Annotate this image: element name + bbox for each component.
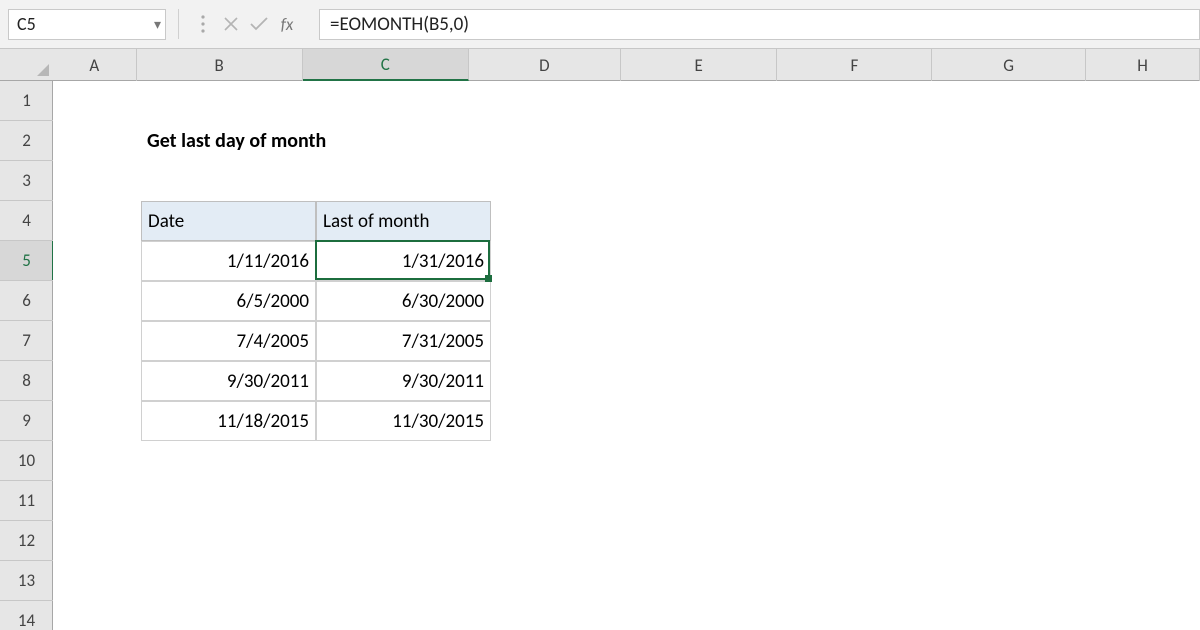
row-header-7[interactable]: 7: [0, 321, 53, 361]
cell-C7[interactable]: 7/31/2005: [316, 321, 491, 361]
cell-B5[interactable]: 1/11/2016: [141, 241, 316, 281]
row-header-8[interactable]: 8: [0, 361, 53, 401]
column-header-B[interactable]: B: [137, 49, 303, 81]
select-all-button[interactable]: [0, 49, 53, 81]
grid[interactable]: Get last day of month DateLast of month1/…: [53, 81, 1200, 630]
cell-C6[interactable]: 6/30/2000: [316, 281, 491, 321]
row-header-14[interactable]: 14: [0, 601, 53, 630]
row-header-10[interactable]: 10: [0, 441, 53, 481]
column-header-F[interactable]: F: [777, 49, 932, 81]
cell-B4[interactable]: Date: [141, 201, 316, 241]
cell-C5[interactable]: 1/31/2016: [316, 241, 491, 281]
column-header-H[interactable]: H: [1086, 49, 1200, 81]
fx-icon[interactable]: fx: [273, 9, 301, 39]
formula-input[interactable]: =EOMONTH(B5,0): [319, 9, 1200, 40]
row-header-11[interactable]: 11: [0, 481, 53, 521]
cell-B9[interactable]: 11/18/2015: [141, 401, 316, 441]
row-header-1[interactable]: 1: [0, 81, 53, 121]
row-header-12[interactable]: 12: [0, 521, 53, 561]
chevron-down-icon[interactable]: ▾: [154, 16, 161, 33]
cell-B8[interactable]: 9/30/2011: [141, 361, 316, 401]
column-header-E[interactable]: E: [621, 49, 778, 81]
row-headers: 1234567891011121314: [0, 81, 53, 630]
cell-B6[interactable]: 6/5/2000: [141, 281, 316, 321]
formula-text: =EOMONTH(B5,0): [330, 13, 469, 36]
row-header-5[interactable]: 5: [0, 241, 53, 281]
row-header-6[interactable]: 6: [0, 281, 53, 321]
spreadsheet: ABCDEFGH 1234567891011121314 Get last da…: [0, 49, 1200, 630]
cell-B7[interactable]: 7/4/2005: [141, 321, 316, 361]
cell-C9[interactable]: 11/30/2015: [316, 401, 491, 441]
row-header-4[interactable]: 4: [0, 201, 53, 241]
row-header-3[interactable]: 3: [0, 161, 53, 201]
row-header-9[interactable]: 9: [0, 401, 53, 441]
name-box[interactable]: C5 ▾: [8, 9, 166, 40]
column-header-C[interactable]: C: [303, 49, 469, 81]
separator: [178, 9, 179, 39]
column-header-D[interactable]: D: [469, 49, 621, 81]
dots-vertical-icon[interactable]: [189, 9, 217, 39]
name-box-value: C5: [17, 13, 36, 35]
column-header-A[interactable]: A: [53, 49, 137, 81]
column-headers: ABCDEFGH: [53, 49, 1200, 81]
cell-B2[interactable]: Get last day of month: [141, 121, 511, 161]
cancel-icon[interactable]: [217, 9, 245, 39]
row-header-2[interactable]: 2: [0, 121, 53, 161]
check-icon[interactable]: [245, 9, 273, 39]
formula-bar: C5 ▾ fx =EOMONTH(B5,0): [0, 0, 1200, 49]
column-header-G[interactable]: G: [932, 49, 1086, 81]
cell-C8[interactable]: 9/30/2011: [316, 361, 491, 401]
cell-C4[interactable]: Last of month: [316, 201, 491, 241]
row-header-13[interactable]: 13: [0, 561, 53, 601]
